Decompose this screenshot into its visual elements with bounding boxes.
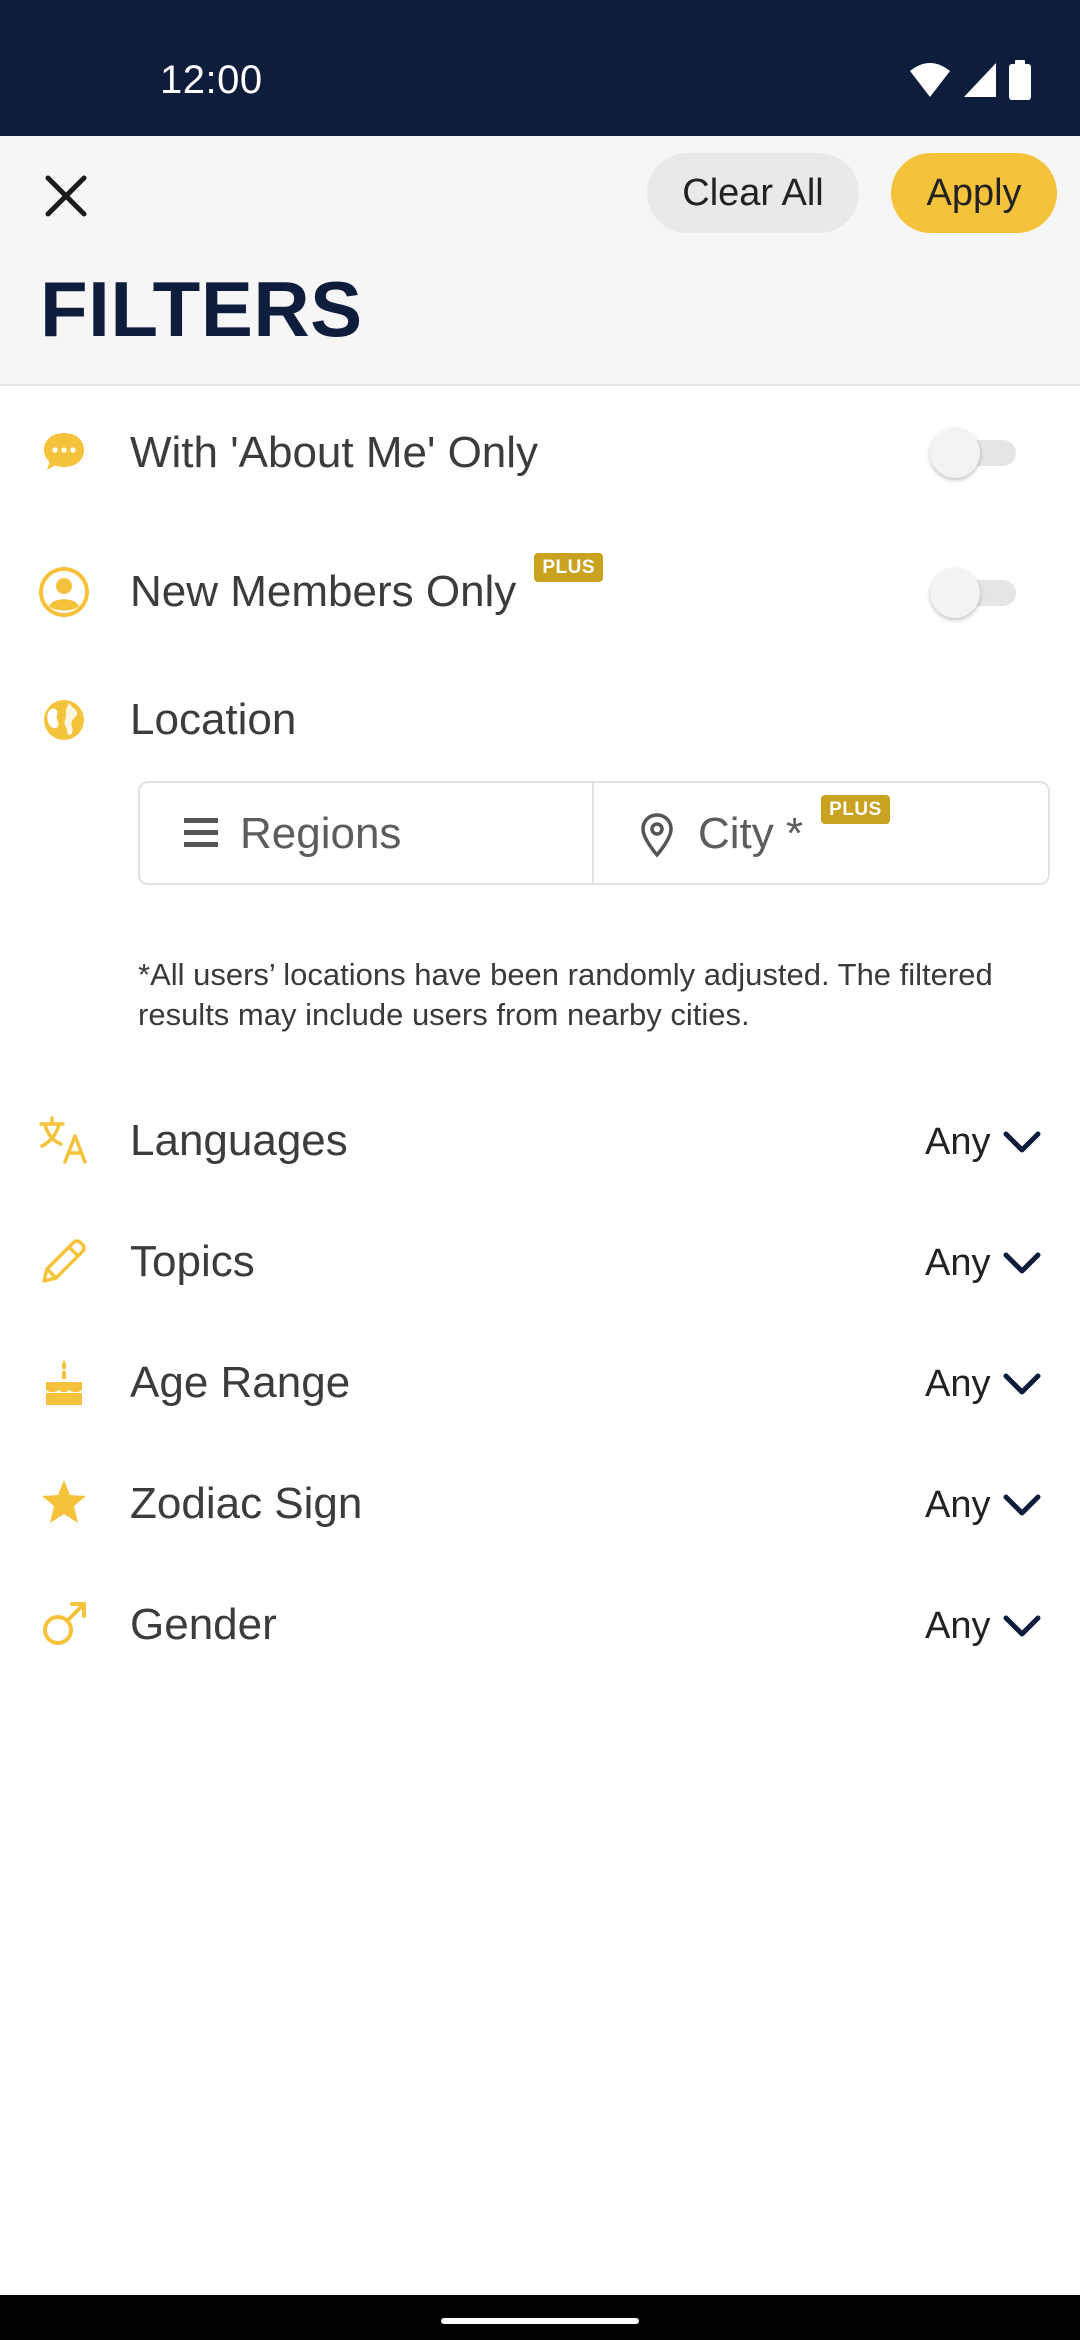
- chevron-down-icon: [1002, 1485, 1042, 1525]
- chevron-down-icon: [1002, 1122, 1042, 1162]
- menu-icon: [184, 817, 218, 854]
- translate-icon: [38, 1114, 90, 1166]
- about-me-toggle[interactable]: [930, 422, 1016, 482]
- person-icon: [38, 566, 90, 618]
- languages-value: Any: [925, 1121, 991, 1163]
- cell-signal-icon: [962, 61, 998, 99]
- star-icon: [38, 1476, 90, 1528]
- city-button[interactable]: City * PLUS: [594, 783, 1048, 883]
- status-time: 12:00: [160, 58, 263, 102]
- chevron-down-icon: [1002, 1364, 1042, 1404]
- filters-header: Clear All Apply FILTERS: [0, 136, 1080, 386]
- regions-label: Regions: [240, 809, 402, 858]
- chevron-down-icon: [1002, 1243, 1042, 1283]
- chat-bubble-icon: [38, 426, 90, 478]
- age-range-label: Age Range: [130, 1358, 351, 1407]
- age-range-value: Any: [925, 1363, 991, 1405]
- toggle-knob: [930, 428, 980, 478]
- gender-value: Any: [925, 1605, 991, 1647]
- zodiac-sign-label: Zodiac Sign: [130, 1479, 363, 1528]
- location-note: *All users’ locations have been randomly…: [138, 957, 993, 1032]
- clear-all-button[interactable]: Clear All: [647, 153, 859, 233]
- about-me-label: With 'About Me' Only: [130, 428, 539, 477]
- new-members-text: New Members Only: [130, 567, 517, 616]
- new-members-toggle[interactable]: [930, 562, 1016, 622]
- page-title: FILTERS: [40, 265, 363, 353]
- gender-label: Gender: [130, 1600, 277, 1649]
- male-icon: [38, 1598, 90, 1650]
- location-pin-icon: [640, 813, 674, 862]
- topics-label: Topics: [130, 1237, 255, 1286]
- toggle-knob: [930, 568, 980, 618]
- wifi-icon: [908, 61, 952, 99]
- chevron-down-icon: [1002, 1606, 1042, 1646]
- zodiac-sign-value: Any: [925, 1484, 991, 1526]
- close-icon: [44, 174, 88, 223]
- close-button[interactable]: [30, 162, 102, 234]
- apply-button[interactable]: Apply: [891, 153, 1057, 233]
- status-bar: 12:00: [0, 0, 1080, 136]
- plus-badge: PLUS: [534, 553, 603, 582]
- city-label: City * PLUS: [698, 795, 890, 859]
- globe-icon: [38, 694, 90, 746]
- regions-button[interactable]: Regions: [140, 783, 594, 883]
- languages-label: Languages: [130, 1116, 348, 1165]
- city-text: City *: [698, 809, 804, 858]
- status-icons: [908, 60, 1032, 100]
- new-members-label: New Members Only PLUS: [130, 553, 603, 617]
- location-selector: Regions City * PLUS: [138, 781, 1050, 885]
- location-label: Location: [130, 695, 297, 744]
- plus-badge: PLUS: [821, 795, 890, 824]
- topics-value: Any: [925, 1242, 991, 1284]
- home-gesture-handle[interactable]: [441, 2318, 639, 2324]
- pencil-icon: [38, 1235, 90, 1287]
- battery-icon: [1008, 60, 1032, 100]
- cake-icon: [38, 1356, 90, 1408]
